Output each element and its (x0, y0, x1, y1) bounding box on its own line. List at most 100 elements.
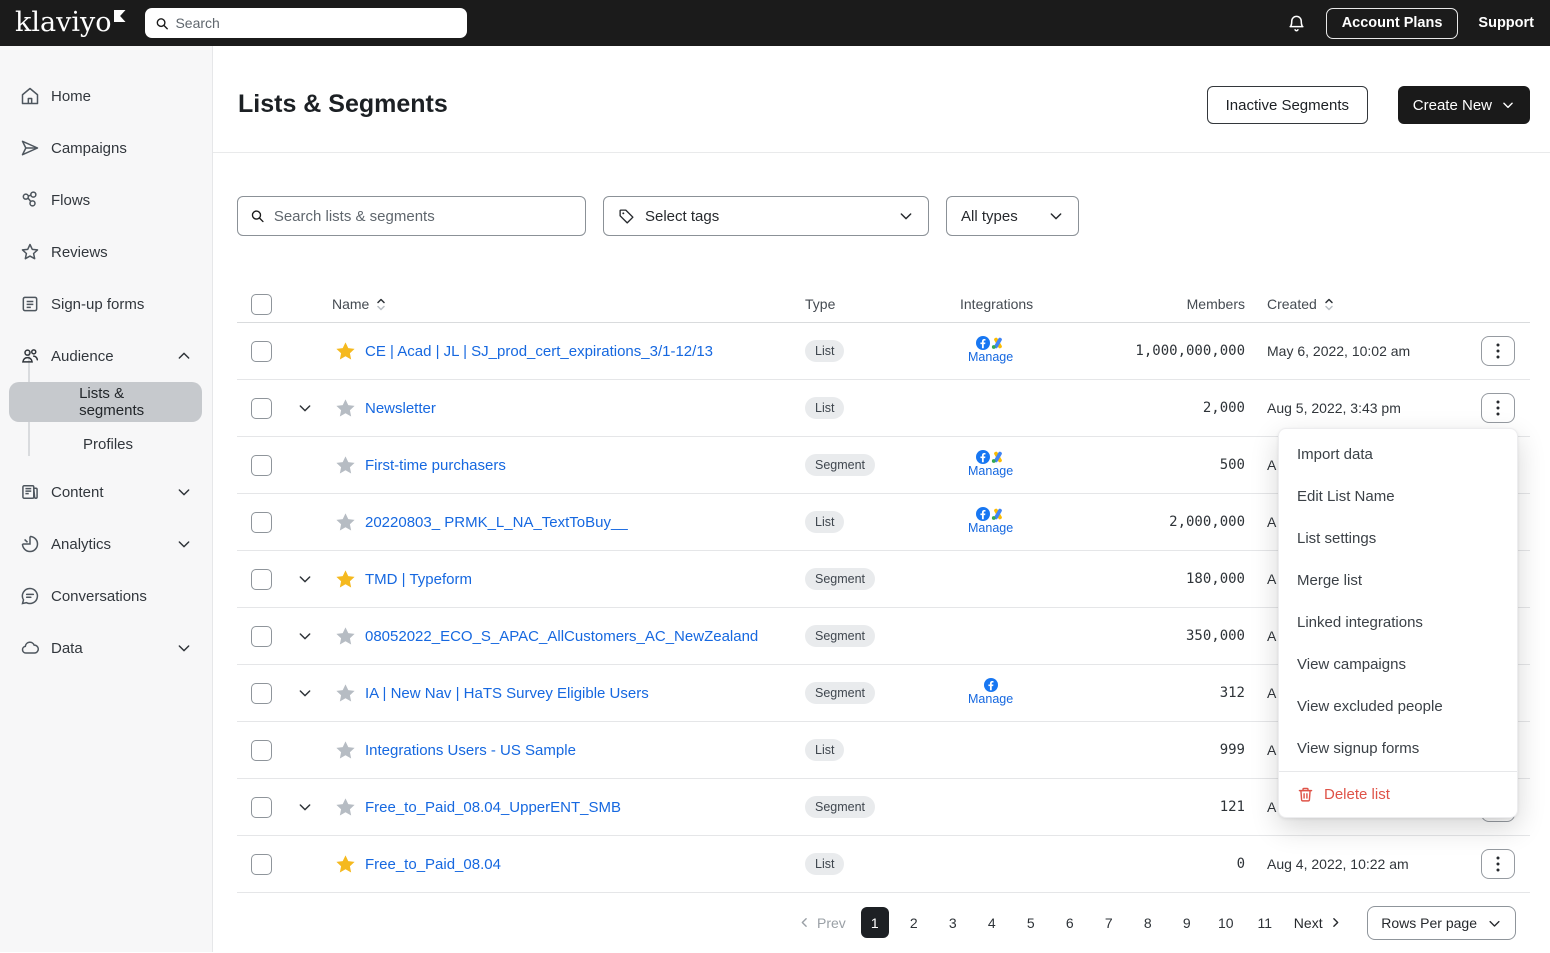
table-row: Free_to_Paid_08.04 List 0 Aug 4, 2022, 1… (237, 836, 1530, 893)
list-name-link[interactable]: 20220803_ PRMK_L_NA_TextToBuy__ (365, 514, 805, 531)
row-expand-chevron[interactable] (297, 685, 313, 701)
list-name-link[interactable]: TMD | Typeform (365, 571, 805, 588)
next-page-button[interactable]: Next (1294, 915, 1342, 931)
menu-item[interactable]: View campaigns (1279, 643, 1517, 685)
row-star[interactable] (334, 739, 357, 762)
select-all-checkbox[interactable] (251, 294, 272, 315)
select-tags-dropdown[interactable]: Select tags (603, 196, 929, 236)
row-checkbox[interactable] (251, 512, 272, 533)
column-header-members[interactable]: Members (1110, 296, 1245, 312)
column-header-type[interactable]: Type (805, 296, 960, 312)
manage-integrations-link[interactable]: Manage (968, 464, 1013, 480)
row-checkbox[interactable] (251, 398, 272, 419)
sort-icon[interactable] (375, 297, 387, 312)
menu-item[interactable]: Import data (1279, 433, 1517, 475)
row-expand-chevron[interactable] (297, 400, 313, 416)
row-star[interactable] (334, 454, 357, 477)
menu-item[interactable]: View excluded people (1279, 685, 1517, 727)
list-search[interactable] (237, 196, 586, 236)
row-checkbox[interactable] (251, 854, 272, 875)
menu-item[interactable]: View signup forms (1279, 727, 1517, 769)
row-checkbox[interactable] (251, 626, 272, 647)
row-star[interactable] (334, 511, 357, 534)
sidebar-item[interactable]: Campaigns (0, 122, 212, 174)
page-number-button[interactable]: 11 (1251, 907, 1279, 938)
page-number-button[interactable]: 10 (1212, 907, 1240, 938)
row-star[interactable] (334, 625, 357, 648)
row-star[interactable] (334, 568, 357, 591)
list-search-input[interactable] (274, 208, 573, 225)
row-star[interactable] (334, 796, 357, 819)
row-star[interactable] (334, 853, 357, 876)
page-number-button[interactable]: 4 (978, 907, 1006, 938)
star-gray-icon (334, 625, 357, 648)
page-number-button[interactable]: 6 (1056, 907, 1084, 938)
sidebar-item[interactable]: Sign-up forms (0, 278, 212, 330)
list-name-link[interactable]: First-time purchasers (365, 457, 805, 474)
row-expand-chevron[interactable] (297, 628, 313, 644)
page-number-button[interactable]: 8 (1134, 907, 1162, 938)
sort-icon[interactable] (1323, 297, 1335, 312)
page-number-button[interactable]: 3 (939, 907, 967, 938)
sidebar-item[interactable]: Data (0, 622, 212, 674)
prev-page-button[interactable]: Prev (798, 915, 846, 931)
row-checkbox[interactable] (251, 455, 272, 476)
sidebar-item[interactable]: Flows (0, 174, 212, 226)
column-header-name[interactable]: Name (285, 296, 805, 312)
sidebar-item[interactable]: Audience (0, 330, 212, 382)
row-expand-chevron[interactable] (297, 799, 313, 815)
manage-integrations-link[interactable]: Manage (968, 692, 1013, 708)
list-name-link[interactable]: IA | New Nav | HaTS Survey Eligible User… (365, 685, 805, 702)
row-star[interactable] (334, 397, 357, 420)
list-name-link[interactable]: CE | Acad | JL | SJ_prod_cert_expiration… (365, 343, 805, 360)
page-number-button[interactable]: 9 (1173, 907, 1201, 938)
sidebar-item[interactable]: Lists & segments (9, 382, 202, 422)
manage-integrations-link[interactable]: Manage (968, 521, 1013, 537)
all-types-dropdown[interactable]: All types (946, 196, 1079, 236)
list-name-link[interactable]: Free_to_Paid_08.04_UpperENT_SMB (365, 799, 805, 816)
row-actions-button[interactable] (1481, 336, 1515, 366)
sidebar-item[interactable]: Conversations (0, 570, 212, 622)
row-checkbox[interactable] (251, 683, 272, 704)
sidebar-item[interactable]: Content (0, 466, 212, 518)
row-star[interactable] (334, 682, 357, 705)
page-number-button[interactable]: 5 (1017, 907, 1045, 938)
global-search[interactable] (145, 8, 467, 38)
members-count: 0 (1110, 856, 1245, 872)
menu-item[interactable]: Merge list (1279, 559, 1517, 601)
column-header-integrations: Integrations (960, 296, 1110, 312)
row-checkbox[interactable] (251, 341, 272, 362)
create-new-button[interactable]: Create New (1398, 86, 1530, 124)
list-name-link[interactable]: 08052022_ECO_S_APAC_AllCustomers_AC_NewZ… (365, 628, 805, 645)
page-number-button[interactable]: 2 (900, 907, 928, 938)
support-link[interactable]: Support (1478, 15, 1534, 31)
row-actions-button[interactable] (1481, 849, 1515, 879)
account-plans-button[interactable]: Account Plans (1326, 8, 1459, 39)
sidebar-item[interactable]: Analytics (0, 518, 212, 570)
list-name-link[interactable]: Free_to_Paid_08.04 (365, 856, 805, 873)
sidebar-item[interactable]: Reviews (0, 226, 212, 278)
row-expand-chevron[interactable] (297, 571, 313, 587)
global-search-input[interactable] (175, 15, 456, 31)
rows-per-page-dropdown[interactable]: Rows Per page (1367, 906, 1516, 940)
row-checkbox[interactable] (251, 740, 272, 761)
manage-integrations-link[interactable]: Manage (968, 350, 1013, 366)
list-name-link[interactable]: Integrations Users - US Sample (365, 742, 805, 759)
row-checkbox[interactable] (251, 569, 272, 590)
delete-list-menu-item[interactable]: Delete list (1279, 771, 1517, 817)
klaviyo-logo[interactable]: klaviyo (15, 8, 126, 38)
inactive-segments-button[interactable]: Inactive Segments (1207, 86, 1368, 124)
row-checkbox[interactable] (251, 797, 272, 818)
column-header-created[interactable]: Created (1245, 296, 1465, 312)
menu-item[interactable]: List settings (1279, 517, 1517, 559)
sidebar-item[interactable]: Profiles (0, 422, 212, 466)
menu-item[interactable]: Linked integrations (1279, 601, 1517, 643)
page-number-button[interactable]: 7 (1095, 907, 1123, 938)
row-actions-button[interactable] (1481, 393, 1515, 423)
menu-item[interactable]: Edit List Name (1279, 475, 1517, 517)
list-name-link[interactable]: Newsletter (365, 400, 805, 417)
page-number-button[interactable]: 1 (861, 907, 889, 938)
sidebar-item[interactable]: Home (0, 70, 212, 122)
row-star[interactable] (334, 340, 357, 363)
notifications-bell-icon[interactable] (1287, 14, 1306, 33)
